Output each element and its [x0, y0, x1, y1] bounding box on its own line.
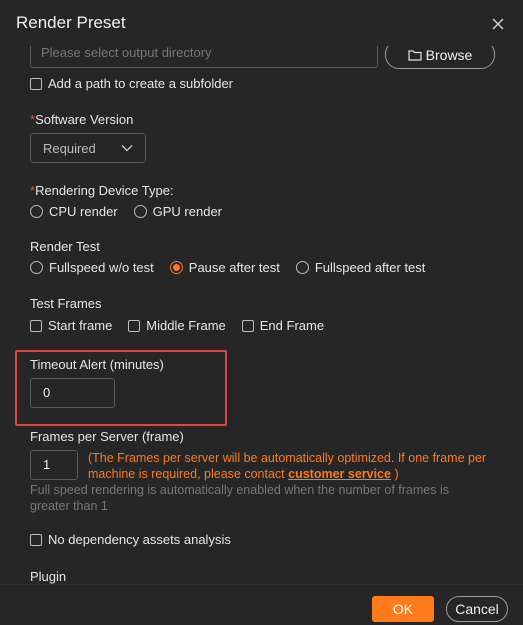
- fullspeed-after-test-radio[interactable]: [295, 261, 309, 274]
- test-frames-label: Test Frames: [30, 296, 102, 311]
- software-version-label: *Software Version: [30, 112, 134, 127]
- fullspeed-no-test-radio[interactable]: [30, 261, 43, 274]
- dependency-option[interactable]: No dependency assets analysis: [30, 532, 247, 549]
- cpu-render-label: CPU render: [49, 204, 118, 219]
- end-frame-label: End Frame: [259, 318, 325, 333]
- start-frame-option[interactable]: Start frame: [30, 318, 112, 333]
- pause-after-test-label: Pause after test: [188, 260, 280, 275]
- render-test-options: Fullspeed w/o test Pause after test Full…: [30, 260, 441, 275]
- subfolder-option[interactable]: Add a path to create a subfolder: [30, 76, 249, 93]
- timeout-alert-label: Timeout Alert (minutes): [30, 357, 164, 372]
- fullspeed-no-test-option[interactable]: Fullspeed w/o test: [30, 260, 154, 275]
- timeout-alert-value: 0: [43, 385, 51, 400]
- rendering-device-label: *Rendering Device Type:: [30, 183, 174, 198]
- cancel-button[interactable]: Cancel: [446, 596, 508, 622]
- rendering-device-options: CPU render GPU render: [30, 204, 238, 219]
- fullspeed-after-test-option[interactable]: Fullspeed after test: [295, 260, 426, 275]
- output-directory-placeholder: Please select output directory: [41, 46, 212, 60]
- gpu-render-radio[interactable]: [133, 205, 147, 218]
- full-speed-hint: Full speed rendering is automatically en…: [30, 483, 449, 513]
- browse-label: Browse: [425, 46, 473, 63]
- dialog-content: Please select output directory Browse Ad…: [0, 46, 523, 584]
- pause-after-test-option[interactable]: Pause after test: [169, 260, 280, 275]
- frames-note-end: ): [394, 467, 399, 481]
- frames-per-server-value: 1: [43, 457, 51, 472]
- start-frame-label: Start frame: [48, 318, 113, 333]
- frames-per-server-label: Frames per Server (frame): [30, 429, 184, 444]
- pause-after-test-radio[interactable]: [169, 261, 183, 274]
- middle-frame-checkbox[interactable]: [128, 319, 141, 332]
- dependency-checkbox[interactable]: [30, 533, 42, 546]
- gpu-render-option[interactable]: GPU render: [133, 204, 223, 219]
- software-version-value: Required: [43, 140, 96, 156]
- frames-per-server-input[interactable]: 1: [30, 450, 78, 480]
- plugin-label: Plugin: [30, 569, 67, 584]
- fullspeed-no-test-label: Fullspeed w/o test: [49, 260, 154, 275]
- dialog-title: Render Preset: [16, 13, 126, 32]
- end-frame-checkbox[interactable]: [241, 319, 254, 332]
- chevron-down-icon: [121, 145, 133, 152]
- middle-frame-label: Middle Frame: [146, 318, 226, 333]
- ok-button[interactable]: OK: [372, 596, 434, 622]
- subfolder-label: Add a path to create a subfolder: [48, 76, 234, 91]
- close-icon[interactable]: [489, 15, 507, 33]
- end-frame-option[interactable]: End Frame: [241, 318, 325, 333]
- browse-button[interactable]: Browse: [385, 46, 495, 69]
- fullspeed-after-test-label: Fullspeed after test: [314, 260, 426, 275]
- render-preset-dialog: Render Preset Please select output direc…: [0, 0, 523, 625]
- customer-service-link[interactable]: customer service: [288, 467, 391, 481]
- start-frame-checkbox[interactable]: [30, 319, 42, 332]
- frames-per-server-note: (The Frames per server will be automatic…: [88, 450, 500, 482]
- render-test-label: Render Test: [30, 239, 100, 254]
- dialog-header: Render Preset: [0, 0, 523, 46]
- subfolder-checkbox[interactable]: [30, 77, 42, 90]
- cpu-render-option[interactable]: CPU render: [30, 204, 118, 219]
- output-directory-input[interactable]: Please select output directory: [30, 46, 378, 68]
- test-frames-options: Start frame Middle Frame End Frame: [30, 318, 340, 333]
- timeout-alert-input[interactable]: 0: [30, 378, 115, 408]
- cpu-render-radio[interactable]: [30, 205, 43, 218]
- software-version-select[interactable]: Required: [30, 133, 146, 163]
- middle-frame-option[interactable]: Middle Frame: [128, 318, 226, 333]
- gpu-render-label: GPU render: [152, 204, 223, 219]
- dependency-label: No dependency assets analysis: [48, 532, 231, 547]
- folder-icon: [408, 49, 422, 61]
- dialog-footer: OK Cancel: [0, 584, 523, 625]
